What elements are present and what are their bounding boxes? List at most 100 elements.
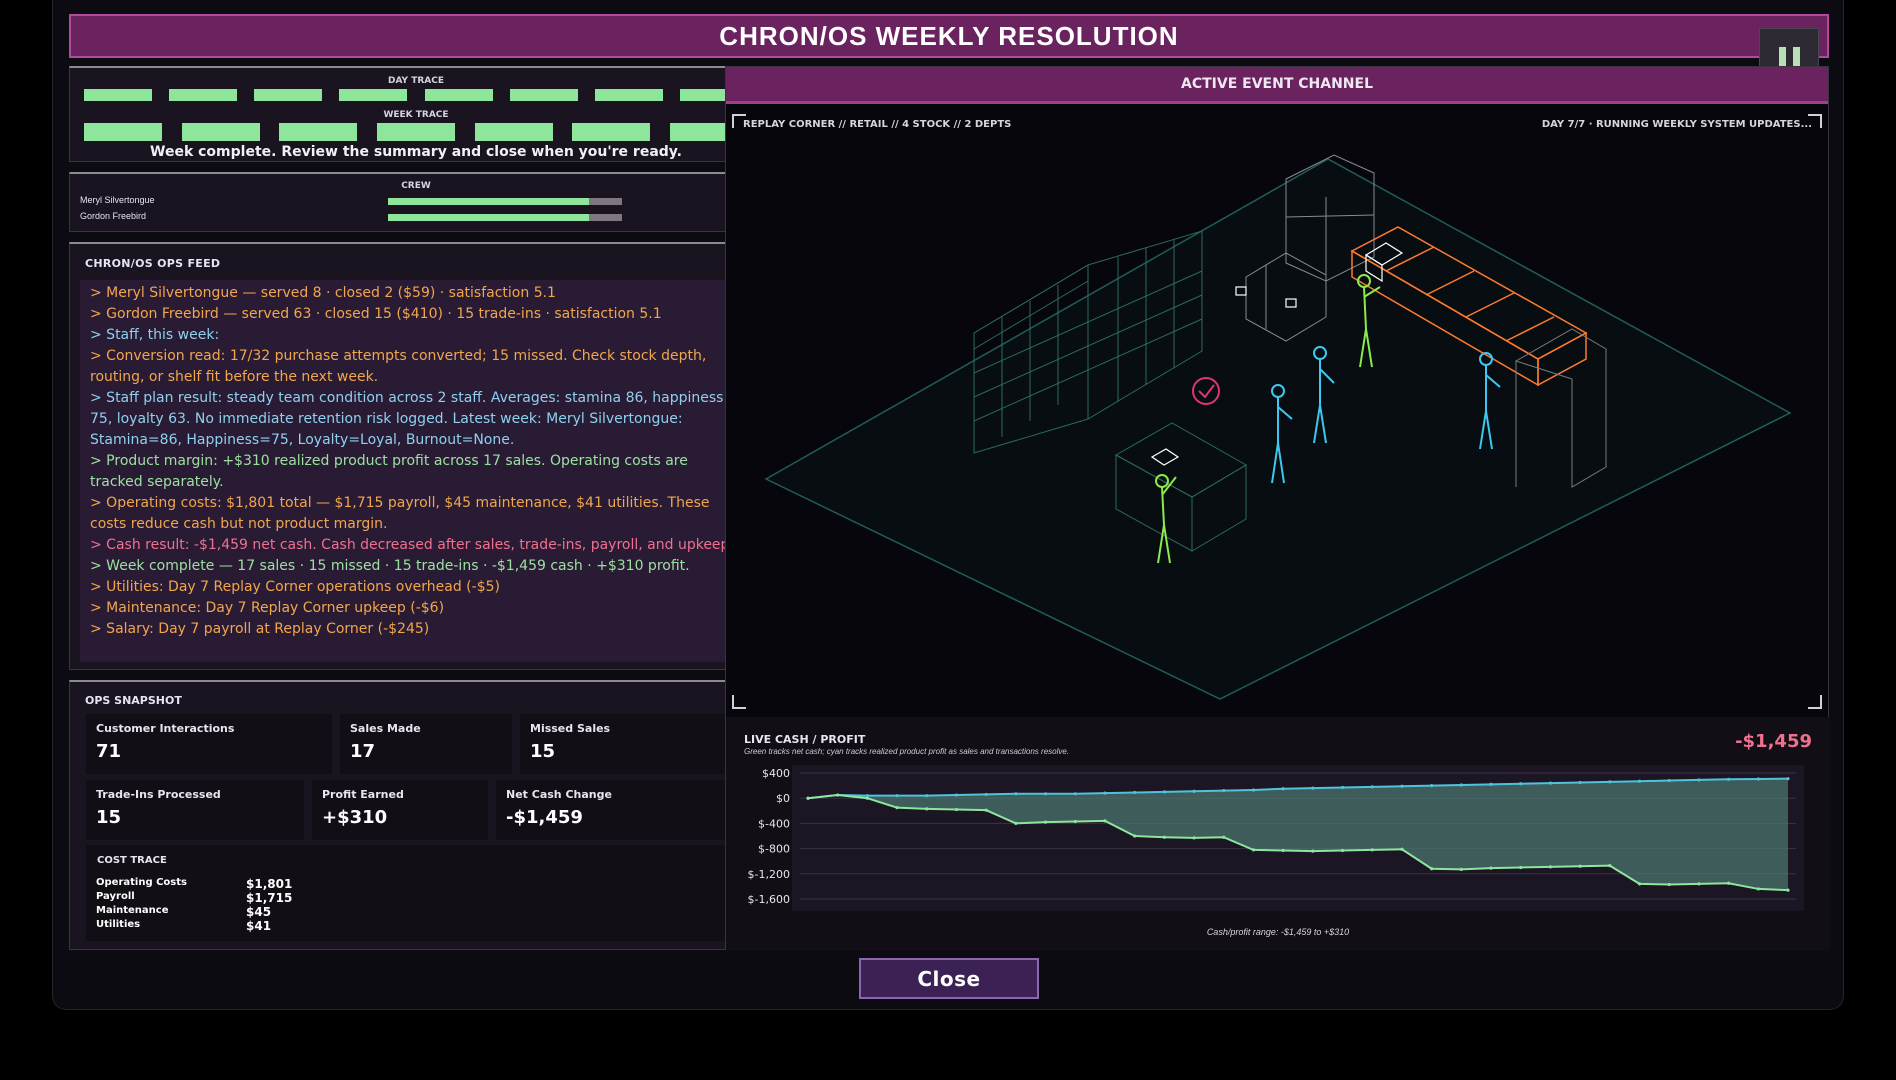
chart-plot: $400 $0 $-400 $-800 $-1,200 $-1,600: [748, 765, 1804, 911]
feed-line: > Staff, this week:: [90, 327, 220, 343]
close-button[interactable]: Close: [859, 958, 1039, 999]
profit-data-point: [1756, 777, 1760, 781]
crew-stat-bar: [388, 198, 622, 205]
profit-data-point: [1489, 782, 1493, 786]
ops-feed-panel: CHRON/OS OPS FEED > Meryl Silvertongue —…: [69, 242, 763, 670]
profit-data-point: [1578, 780, 1582, 785]
y-tick-label: $0: [776, 792, 790, 805]
cash-data-point: [1340, 848, 1345, 853]
chart-range-note: Cash/profit range: -$1,459 to +$310: [1206, 927, 1350, 937]
cash-data-point: [865, 796, 869, 800]
active-event-channel: ACTIVE EVENT CHANNEL REPLAY CORNER // RE…: [725, 66, 1830, 951]
title-bar: CHRON/OS WEEKLY RESOLUTION: [69, 14, 1829, 58]
chart-headline-value: -$1,459: [1735, 731, 1812, 752]
crew-row: Meryl Silvertongue 86: [80, 195, 750, 209]
crew-title: CREW: [401, 181, 431, 191]
crew-name: Gordon Freebird: [80, 211, 147, 221]
feed-line: > Utilities: Day 7 Replay Corner operati…: [90, 579, 500, 595]
stat-value: +$310: [322, 807, 388, 828]
cash-data-point: [1608, 864, 1612, 868]
stat-label: Net Cash Change: [506, 788, 612, 801]
weekly-resolution-window: CHRON/OS WEEKLY RESOLUTION DAY TRACE WEE…: [52, 0, 1844, 1010]
cash-data-point: [1430, 867, 1434, 871]
cash-data-point: [1756, 887, 1760, 891]
profit-data-point: [1548, 781, 1553, 785]
cash-data-point: [895, 806, 899, 810]
profit-data-point: [925, 794, 929, 798]
profit-data-point: [1727, 777, 1731, 781]
cash-data-point: [1667, 882, 1671, 887]
cost-row-utilities: Utilities $41: [96, 919, 396, 933]
cash-data-point: [1222, 835, 1226, 839]
ops-feed-title: CHRON/OS OPS FEED: [85, 257, 221, 270]
cost-value: $1,715: [246, 891, 293, 905]
stat-value: 17: [350, 741, 376, 762]
stat-net-cash-change: Net Cash Change -$1,459: [496, 780, 748, 840]
y-tick-label: $400: [762, 767, 790, 780]
cash-data-point: [1459, 867, 1463, 871]
profit-data-point: [1311, 786, 1315, 790]
day-trace-segment: [84, 89, 152, 101]
crew-name: Meryl Silvertongue: [80, 195, 155, 205]
profit-data-point: [1043, 792, 1048, 796]
cash-data-point: [1786, 888, 1790, 892]
crew-panel: CREW Meryl Silvertongue 86 Gordon Freebi…: [69, 172, 763, 232]
profit-data-point: [1162, 790, 1166, 794]
chart-subtitle: Green tracks net cash; cyan tracks reali…: [744, 747, 1070, 756]
cost-row-operating: Operating Costs $1,801: [96, 877, 396, 891]
week-trace-segment: [572, 123, 651, 141]
stat-label: Trade-Ins Processed: [96, 788, 221, 801]
y-tick-label: $-400: [758, 817, 790, 830]
cost-value: $41: [246, 919, 272, 933]
cash-data-point: [954, 807, 959, 812]
cash-data-point: [1073, 819, 1077, 824]
trace-panel: DAY TRACE WEEK TRACE Week complete. Revi…: [69, 66, 763, 162]
profit-data-point: [1281, 787, 1285, 791]
cash-data-point: [1281, 848, 1285, 853]
day-trace-segment: [254, 89, 323, 101]
profit-data-point: [895, 794, 899, 798]
stat-trade-ins-processed: Trade-Ins Processed 15: [86, 780, 304, 840]
ops-snapshot-title: OPS SNAPSHOT: [85, 694, 182, 707]
cash-data-point: [1014, 821, 1018, 825]
cost-row-payroll: Payroll $1,715: [96, 891, 396, 905]
stat-missed-sales: Missed Sales 15: [520, 714, 748, 774]
store-scene-view[interactable]: [726, 67, 1830, 717]
week-trace-segment: [181, 123, 260, 141]
cost-label: Operating Costs: [96, 877, 187, 888]
day-trace-label: DAY TRACE: [387, 76, 444, 86]
ops-feed-log[interactable]: > Meryl Silvertongue — served 8 · closed…: [80, 280, 752, 662]
feed-line: > Week complete — 17 sales · 15 missed ·…: [90, 558, 690, 574]
profit-data-point: [1073, 792, 1077, 796]
crew-row: Gordon Freebird 86: [80, 211, 750, 225]
crew-stat-fill: [388, 198, 590, 205]
profit-data-point: [1014, 792, 1018, 796]
cash-data-point: [1548, 865, 1553, 869]
cash-data-point: [925, 807, 929, 811]
week-trace-segment: [376, 123, 455, 141]
trace-message: Week complete. Review the summary and cl…: [150, 144, 682, 160]
cash-data-point: [1697, 882, 1701, 886]
feed-line: > Salary: Day 7 payroll at Replay Corner…: [90, 621, 430, 637]
stat-sales-made: Sales Made 17: [340, 714, 512, 774]
profit-data-point: [1786, 777, 1790, 781]
cost-value: $1,801: [246, 877, 293, 891]
cash-data-point: [1251, 848, 1256, 852]
week-trace-segment: [84, 123, 162, 141]
profit-data-point: [1370, 785, 1374, 789]
cost-label: Payroll: [96, 891, 135, 902]
feed-line: > Cash result: -$1,459 net cash. Cash de…: [90, 537, 734, 553]
day-trace: [84, 89, 748, 101]
cash-data-point: [1192, 836, 1196, 840]
day-trace-segment: [424, 89, 493, 101]
cash-data-point: [1370, 848, 1374, 852]
cash-data-point: [1311, 849, 1315, 853]
stat-label: Profit Earned: [322, 788, 404, 801]
feed-line: > Maintenance: Day 7 Replay Corner upkee…: [90, 600, 445, 616]
cash-data-point: [1578, 864, 1582, 868]
chart-title: LIVE CASH / PROFIT: [744, 733, 866, 746]
feed-line: > Meryl Silvertongue — served 8 · closed…: [90, 285, 556, 301]
cost-row-maintenance: Maintenance $45: [96, 905, 396, 919]
y-tick-label: $-1,200: [748, 868, 790, 881]
day-trace-segment: [594, 89, 663, 101]
